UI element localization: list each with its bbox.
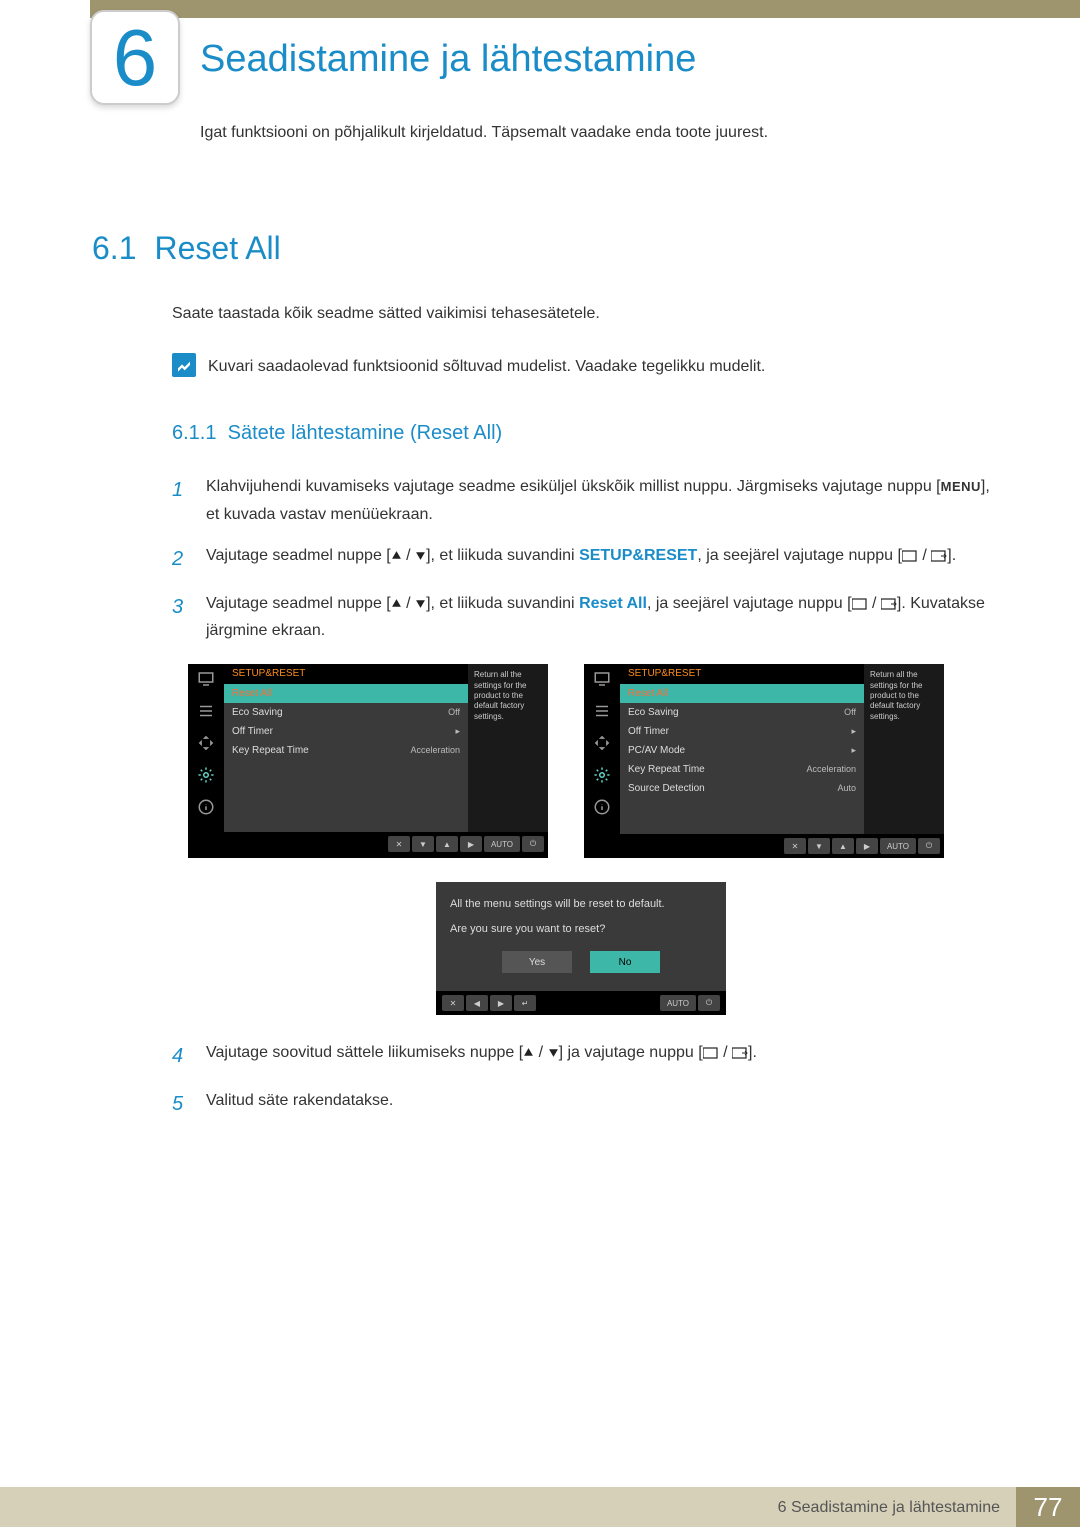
section-heading: 6.1 Reset All	[92, 230, 281, 267]
down-icon	[548, 1047, 559, 1058]
osd-item: Off Timer▸	[224, 722, 468, 741]
osd-item: Key Repeat TimeAcceleration	[224, 741, 468, 760]
footer-label: 6 Seadistamine ja lähtestamine	[778, 1499, 1000, 1517]
down-icon	[415, 598, 426, 609]
step-2: 2 Vajutage seadmel nuppe [ / ], et liiku…	[172, 542, 990, 576]
enter-icon	[902, 550, 918, 562]
osd-sidebar	[188, 664, 224, 832]
down-icon	[415, 550, 426, 561]
step-1: 1 Klahvijuhendi kuvamiseks vajutage sead…	[172, 473, 990, 527]
gear-icon	[591, 764, 613, 786]
confirm-nav: ✕ ◀ ▶ ↵ AUTO ⏻	[436, 991, 726, 1015]
enter-icon: ↵	[514, 995, 536, 1011]
enter-icon	[703, 1047, 719, 1059]
section-body: Saate taastada kõik seadme sätted vaikim…	[172, 300, 990, 1135]
chapter-number: 6	[113, 12, 158, 104]
osd-item: Off Timer▸	[620, 722, 864, 741]
yes-button: Yes	[502, 951, 572, 973]
subsection: 6.1.1 Sätete lähtestamine (Reset All) 1 …	[172, 422, 990, 1121]
note-row: Kuvari saadaolevad funktsioonid sõltuvad…	[172, 353, 990, 380]
chapter-description: Igat funktsiooni on põhjalikult kirjelda…	[200, 120, 990, 146]
up-icon	[523, 1047, 534, 1058]
power-icon: ⏻	[698, 995, 720, 1011]
confirm-line-2: Are you sure you want to reset?	[450, 921, 712, 938]
confirm-line-1: All the menu settings will be reset to d…	[450, 896, 712, 913]
left-icon: ◀	[466, 995, 488, 1011]
monitor-icon	[591, 668, 613, 690]
auto-button: AUTO	[660, 995, 696, 1011]
monitor-icon	[195, 668, 217, 690]
osd-nav: ✕ ▼ ▲ ▶ AUTO ⏻	[584, 834, 944, 858]
osd-item: Source DetectionAuto	[620, 779, 864, 798]
source-icon	[881, 598, 897, 610]
resize-icon	[591, 732, 613, 754]
step-5: 5 Valitud säte rakendatakse.	[172, 1087, 990, 1121]
close-icon: ✕	[388, 836, 410, 852]
note-icon	[172, 353, 196, 377]
osd-item: Eco SavingOff	[224, 703, 468, 722]
section-number: 6.1	[92, 230, 136, 267]
osd-panel-1: SETUP&RESET Reset All Eco SavingOff Off …	[188, 664, 548, 858]
page-number: 77	[1034, 1492, 1063, 1523]
osd-sidebar	[584, 664, 620, 834]
list-icon	[591, 700, 613, 722]
osd-item: Key Repeat TimeAcceleration	[620, 760, 864, 779]
list-icon	[195, 700, 217, 722]
note-text: Kuvari saadaolevad funktsioonid sõltuvad…	[208, 353, 765, 380]
osd-menu: SETUP&RESET Reset All Eco SavingOff Off …	[620, 664, 864, 834]
right-icon: ▶	[856, 838, 878, 854]
down-icon: ▼	[808, 838, 830, 854]
power-icon: ⏻	[918, 838, 940, 854]
resize-icon	[195, 732, 217, 754]
osd-panel-2: SETUP&RESET Reset All Eco SavingOff Off …	[584, 664, 944, 858]
step-4: 4 Vajutage soovitud sättele liikumiseks …	[172, 1039, 990, 1073]
confirm-modal: All the menu settings will be reset to d…	[436, 882, 726, 1015]
osd-item: Eco SavingOff	[620, 703, 864, 722]
step-list-continued: 4 Vajutage soovitud sättele liikumiseks …	[172, 1039, 990, 1121]
enter-icon	[852, 598, 868, 610]
close-icon: ✕	[442, 995, 464, 1011]
source-icon	[732, 1047, 748, 1059]
info-icon	[591, 796, 613, 818]
osd-nav: ✕ ▼ ▲ ▶ AUTO ⏻	[188, 832, 548, 856]
subsection-title: 6.1.1 Sätete lähtestamine (Reset All)	[172, 422, 990, 445]
osd-item: Reset All	[224, 684, 468, 703]
auto-button: AUTO	[880, 838, 916, 854]
osd-screenshots: SETUP&RESET Reset All Eco SavingOff Off …	[188, 664, 990, 858]
step-list: 1 Klahvijuhendi kuvamiseks vajutage sead…	[172, 473, 990, 644]
osd-menu-header: SETUP&RESET	[224, 664, 468, 684]
osd-menu: SETUP&RESET Reset All Eco SavingOff Off …	[224, 664, 468, 832]
section-title: Reset All	[154, 230, 280, 267]
right-icon: ▶	[490, 995, 512, 1011]
section-intro: Saate taastada kõik seadme sätted vaikim…	[172, 300, 990, 327]
auto-button: AUTO	[484, 836, 520, 852]
chapter-title: Seadistamine ja lähtestamine	[200, 38, 696, 81]
osd-menu-header: SETUP&RESET	[620, 664, 864, 684]
chapter-badge: 6	[90, 10, 180, 105]
close-icon: ✕	[784, 838, 806, 854]
up-icon: ▲	[832, 838, 854, 854]
gear-icon	[195, 764, 217, 786]
power-icon: ⏻	[522, 836, 544, 852]
osd-item: Reset All	[620, 684, 864, 703]
no-button: No	[590, 951, 660, 973]
up-icon	[391, 550, 402, 561]
step-3: 3 Vajutage seadmel nuppe [ / ], et liiku…	[172, 590, 990, 644]
osd-description: Return all the settings for the product …	[864, 664, 944, 834]
source-icon	[931, 550, 947, 562]
right-icon: ▶	[460, 836, 482, 852]
down-icon: ▼	[412, 836, 434, 852]
osd-item: PC/AV Mode▸	[620, 741, 864, 760]
up-icon	[391, 598, 402, 609]
up-icon: ▲	[436, 836, 458, 852]
osd-description: Return all the settings for the product …	[468, 664, 548, 832]
top-accent-bar	[90, 0, 1080, 18]
info-icon	[195, 796, 217, 818]
